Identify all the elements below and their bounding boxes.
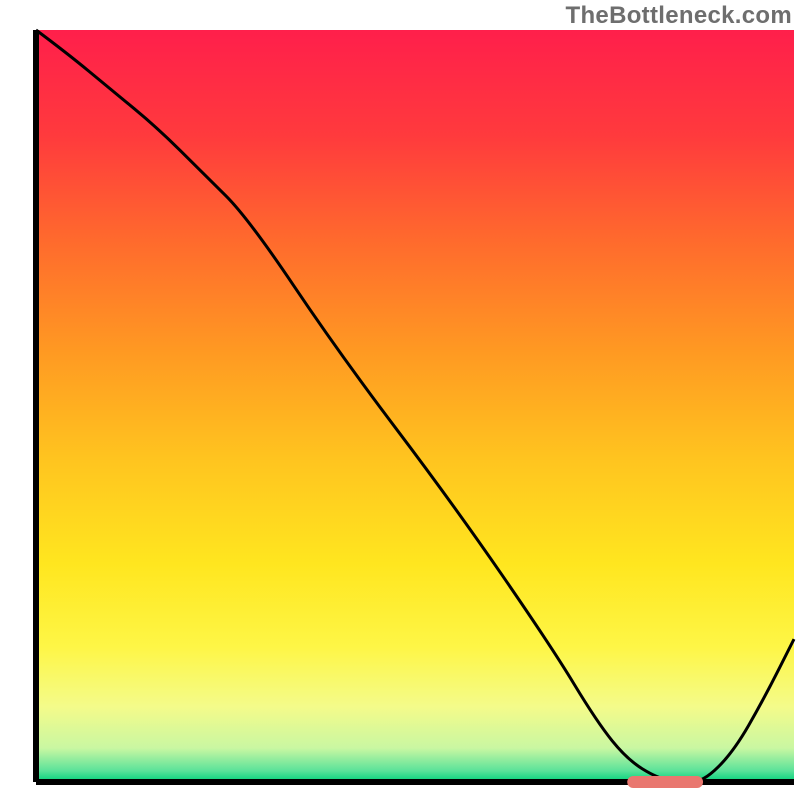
- optimum-marker: [627, 776, 703, 788]
- plot-background: [36, 30, 794, 782]
- chart-container: TheBottleneck.com: [0, 0, 800, 800]
- bottleneck-chart: [0, 0, 800, 800]
